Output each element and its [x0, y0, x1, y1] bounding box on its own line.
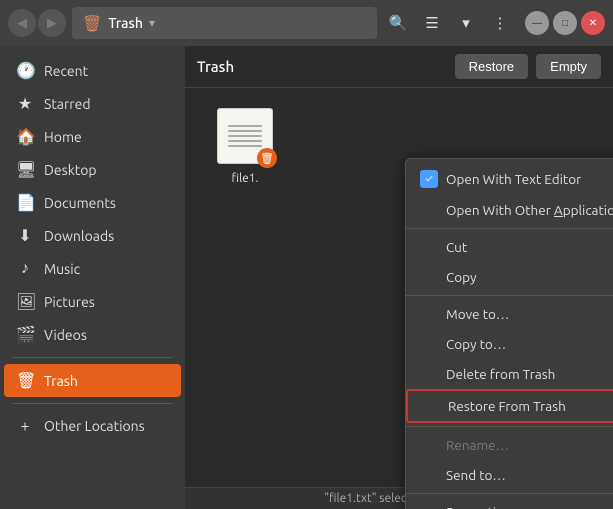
- content-panel: Trash Restore Empty �: [185, 46, 613, 509]
- sidebar-item-trash[interactable]: 🗑 Trash: [4, 364, 181, 397]
- chevron-down-icon: ▾: [149, 16, 155, 30]
- location-title: Trash: [108, 15, 143, 31]
- file-line: [228, 140, 262, 142]
- sidebar-item-label: Videos: [44, 327, 87, 343]
- menu-item-open-text-editor[interactable]: ✓ Open With Text Editor Return: [406, 163, 613, 195]
- menu-label: Properties: [446, 504, 509, 509]
- content-area: 🗑 file1. ✓ Open With Text Editor Return …: [185, 88, 613, 487]
- recent-icon: 🕐: [16, 61, 34, 80]
- sidebar-item-label: Pictures: [44, 294, 95, 310]
- content-toolbar: Trash Restore Empty: [185, 46, 613, 88]
- list-view-button[interactable]: ☰: [417, 8, 447, 38]
- sidebar-item-other-locations[interactable]: + Other Locations: [4, 410, 181, 442]
- menu-item-copy-to[interactable]: Copy to…: [406, 329, 613, 359]
- sidebar-item-label: Recent: [44, 63, 88, 79]
- file-icon-lines: [222, 119, 268, 153]
- sidebar-separator2: [12, 403, 173, 404]
- menu-label: Open With Text Editor: [446, 171, 581, 187]
- file-line: [228, 130, 262, 132]
- sidebar-item-starred[interactable]: ★ Starred: [4, 87, 181, 120]
- main-layout: 🕐 Recent ★ Starred 🏠 Home 🖥 Desktop 📄 Do…: [0, 46, 613, 509]
- home-icon: 🏠: [16, 127, 34, 146]
- check-icon: ✓: [420, 170, 438, 188]
- location-bar[interactable]: 🗑 Trash ▾: [72, 7, 377, 39]
- back-button[interactable]: ◀: [8, 9, 36, 37]
- starred-icon: ★: [16, 94, 34, 113]
- menu-label: Delete from Trash: [446, 366, 555, 382]
- music-icon: ♪: [16, 259, 34, 278]
- file-item[interactable]: 🗑 file1.: [205, 108, 285, 185]
- file-line: [228, 145, 262, 147]
- nav-buttons: ◀ ▶: [8, 9, 66, 37]
- downloads-icon: ⬇: [16, 226, 34, 245]
- sidebar-item-label: Downloads: [44, 228, 114, 244]
- sidebar-separator: [12, 357, 173, 358]
- desktop-icon: 🖥: [16, 160, 34, 179]
- sidebar: 🕐 Recent ★ Starred 🏠 Home 🖥 Desktop 📄 Do…: [0, 46, 185, 509]
- sidebar-item-recent[interactable]: 🕐 Recent: [4, 54, 181, 87]
- trash-icon: 🗑: [16, 371, 34, 390]
- sidebar-item-label: Desktop: [44, 162, 97, 178]
- menu-label: Rename…: [446, 437, 509, 453]
- sidebar-item-label: Music: [44, 261, 80, 277]
- content-title: Trash: [197, 58, 447, 75]
- menu-separator: [406, 228, 613, 229]
- context-menu: ✓ Open With Text Editor Return Open With…: [405, 158, 613, 509]
- menu-label: Copy to…: [446, 336, 506, 352]
- menu-label: Send to…: [446, 467, 506, 483]
- menu-label: Restore From Trash: [448, 398, 566, 414]
- restore-button[interactable]: Restore: [455, 54, 529, 79]
- menu-item-copy[interactable]: Copy Ctrl+C: [406, 262, 613, 292]
- videos-icon: 🎬: [16, 325, 34, 344]
- empty-button[interactable]: Empty: [536, 54, 601, 79]
- menu-item-properties[interactable]: Properties Ctrl+I: [406, 497, 613, 509]
- file-line: [228, 125, 262, 127]
- menu-separator: [406, 493, 613, 494]
- minimize-button[interactable]: —: [525, 11, 549, 35]
- menu-item-rename: Rename… F2: [406, 430, 613, 460]
- sidebar-item-label: Documents: [44, 195, 116, 211]
- titlebar-actions: 🔍 ☰ ▾ ⋮: [383, 8, 515, 38]
- menu-item-restore-from-trash[interactable]: Restore From Trash: [406, 389, 613, 423]
- menu-item-move-to[interactable]: Move to…: [406, 299, 613, 329]
- file-name: file1.: [232, 172, 259, 185]
- menu-label: Open With Other Application: [446, 202, 613, 218]
- sidebar-item-label: Other Locations: [44, 418, 145, 434]
- pictures-icon: 🖼: [16, 292, 34, 311]
- sidebar-item-label: Trash: [44, 373, 78, 389]
- close-button[interactable]: ✕: [581, 11, 605, 35]
- sidebar-item-pictures[interactable]: 🖼 Pictures: [4, 285, 181, 318]
- sidebar-item-documents[interactable]: 📄 Documents: [4, 186, 181, 219]
- trash-location-icon: 🗑: [82, 14, 102, 33]
- search-button[interactable]: 🔍: [383, 8, 413, 38]
- file-line: [228, 135, 262, 137]
- menu-item-open-other[interactable]: Open With Other Application: [406, 195, 613, 225]
- menu-separator: [406, 426, 613, 427]
- documents-icon: 📄: [16, 193, 34, 212]
- file-trash-badge: 🗑: [257, 148, 277, 168]
- maximize-button[interactable]: □: [553, 11, 577, 35]
- sidebar-item-label: Home: [44, 129, 82, 145]
- sidebar-item-desktop[interactable]: 🖥 Desktop: [4, 153, 181, 186]
- sidebar-item-music[interactable]: ♪ Music: [4, 252, 181, 285]
- menu-label: Cut: [446, 239, 467, 255]
- window-controls: — □ ✕: [525, 11, 605, 35]
- sidebar-item-downloads[interactable]: ⬇ Downloads: [4, 219, 181, 252]
- view-options-button[interactable]: ▾: [451, 8, 481, 38]
- menu-button[interactable]: ⋮: [485, 8, 515, 38]
- sidebar-item-label: Starred: [44, 96, 91, 112]
- sidebar-item-home[interactable]: 🏠 Home: [4, 120, 181, 153]
- menu-item-send-to[interactable]: Send to…: [406, 460, 613, 490]
- titlebar: ◀ ▶ 🗑 Trash ▾ 🔍 ☰ ▾ ⋮ — □ ✕: [0, 0, 613, 46]
- menu-label: Copy: [446, 269, 477, 285]
- forward-button[interactable]: ▶: [38, 9, 66, 37]
- menu-separator: [406, 295, 613, 296]
- menu-item-delete[interactable]: Delete from Trash Delete: [406, 359, 613, 389]
- sidebar-item-videos[interactable]: 🎬 Videos: [4, 318, 181, 351]
- file-icon-wrapper: 🗑: [217, 108, 273, 164]
- menu-item-cut[interactable]: Cut Ctrl+X: [406, 232, 613, 262]
- add-icon: +: [16, 417, 34, 435]
- menu-label: Move to…: [446, 306, 509, 322]
